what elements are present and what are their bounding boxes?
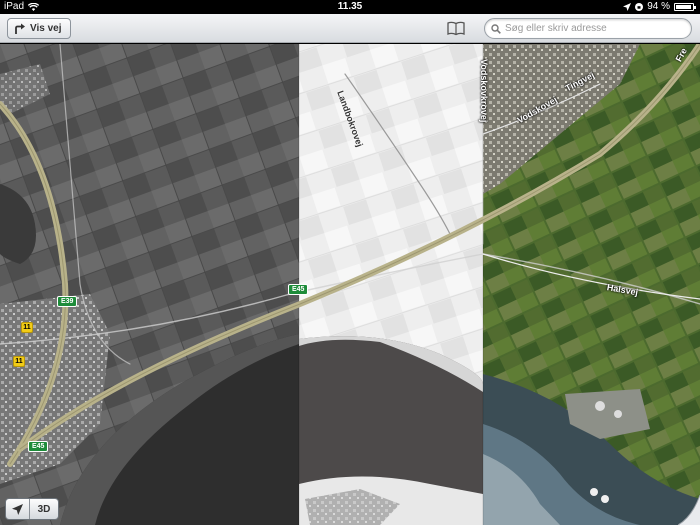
toolbar: Vis vej xyxy=(0,14,700,43)
page-curl-icon[interactable] xyxy=(678,495,700,525)
status-bar: iPad 11.35 94 % xyxy=(0,0,700,14)
street-label-vodskovkrovej: Vodskovkrovej xyxy=(479,59,489,123)
directions-label: Vis vej xyxy=(30,23,62,34)
book-icon[interactable] xyxy=(446,20,466,36)
map-view[interactable]: Landbokrovej Vodskovkrovej Vodskovej Tin… xyxy=(0,44,700,525)
route-shield-11: 11 xyxy=(21,322,33,333)
location-services-icon xyxy=(623,3,632,11)
turn-arrow-icon xyxy=(15,23,25,34)
status-time: 11.35 xyxy=(337,1,363,12)
location-arrow-icon xyxy=(12,503,23,515)
battery-icon xyxy=(674,3,696,11)
search-icon xyxy=(491,23,501,34)
search-field[interactable] xyxy=(484,18,692,39)
directions-button[interactable]: Vis vej xyxy=(7,18,71,39)
route-shield-e45-south: E45 xyxy=(28,441,49,452)
search-input[interactable] xyxy=(505,23,685,34)
route-shield-e45: E45 xyxy=(288,284,309,295)
battery-percent: 94 % xyxy=(647,1,670,12)
route-shield-e39: E39 xyxy=(57,296,78,307)
map-controls: 3D xyxy=(5,498,59,520)
location-button[interactable] xyxy=(6,499,30,519)
rotation-lock-icon xyxy=(635,3,644,11)
3d-button[interactable]: 3D xyxy=(30,499,58,519)
route-shield-11-south: 11 xyxy=(13,356,25,367)
